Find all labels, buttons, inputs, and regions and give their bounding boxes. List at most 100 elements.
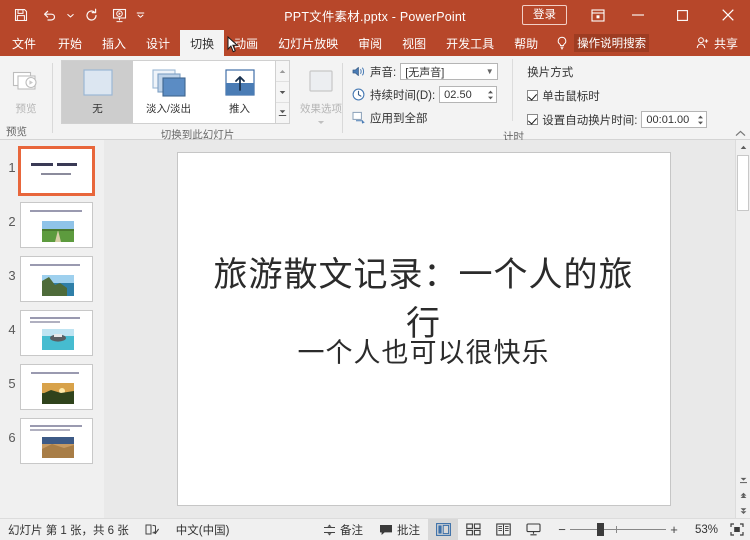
next-slide-button[interactable] [736,503,750,518]
thumbnail-image [42,383,74,404]
language-button[interactable]: 中文(中国) [168,519,238,540]
thumbnail-item-1[interactable]: 1 [0,140,104,196]
collapse-ribbon-icon[interactable] [735,129,746,139]
ribbon-display-options-icon[interactable] [581,0,615,30]
spellcheck-button[interactable] [137,519,168,540]
app-name: PowerPoint [399,9,466,24]
effect-options-caret-icon[interactable] [317,116,325,128]
after-spinner[interactable]: 00:01.00 [641,111,708,128]
zoom-in-button[interactable]: + [666,522,682,537]
undo-dropdown-icon[interactable] [64,3,76,27]
view-normal-button[interactable] [428,518,458,540]
scroll-down-button[interactable] [736,473,750,488]
view-reading-button[interactable] [488,519,518,540]
tell-me-label[interactable]: 操作说明搜索 [574,34,650,52]
after-spinner-buttons[interactable] [695,115,706,125]
redo-icon[interactable] [78,3,104,27]
slide-counter[interactable]: 幻灯片 第 1 张，共 6 张 [0,519,137,540]
after-spinner-down-icon [698,121,704,124]
customize-qat-icon[interactable] [134,3,146,27]
on-click-checkbox[interactable] [527,90,539,101]
close-button[interactable] [705,0,750,30]
thumbnail-item-5[interactable]: 5 [0,356,104,410]
view-slide-sorter-button[interactable] [458,519,488,540]
tab-developer[interactable]: 开发工具 [436,30,504,56]
tab-home[interactable]: 开始 [48,30,92,56]
transition-none[interactable]: 无 [62,61,133,123]
tab-file[interactable]: 文件 [0,30,48,56]
zoom-handle[interactable] [597,523,604,536]
thumbnail-item-4[interactable]: 4 [0,302,104,356]
transition-gallery[interactable]: 无 淡入/淡出 推入 [61,60,290,124]
gallery-scrollbar[interactable] [275,61,289,123]
slide-thumbnail-pane[interactable]: 1 2 3 4 5 6 [0,140,104,518]
sign-in-button[interactable]: 登录 [522,5,567,25]
start-slideshow-icon[interactable] [106,3,132,27]
thumbnail-item-2[interactable]: 2 [0,194,104,248]
slide-subtitle-placeholder[interactable]: 一个人也可以很快乐 [208,331,640,370]
notes-button[interactable]: 备注 [315,519,371,540]
apply-to-all-button[interactable]: 应用到全部 [351,107,498,128]
thumbnail-item-3[interactable]: 3 [0,248,104,302]
maximize-button[interactable] [660,0,705,30]
transition-fade-thumb [150,68,188,98]
tab-slideshow[interactable]: 幻灯片放映 [268,30,348,56]
gallery-scroll-down[interactable] [276,82,289,103]
tab-animations[interactable]: 动画 [224,30,268,56]
thumbnail-item-6[interactable]: 6 [0,410,104,464]
tab-review[interactable]: 审阅 [348,30,392,56]
gallery-scroll-up[interactable] [276,61,289,82]
effect-options-button[interactable]: 效果选项 [300,59,342,128]
thumbnail-slide[interactable] [18,146,95,196]
thumbnail-slide[interactable] [20,364,93,410]
duration-spinner-buttons[interactable] [485,90,496,100]
preview-button[interactable]: 预览 [3,59,49,116]
sound-select[interactable]: [无声音] ▼ [400,63,499,80]
tab-view[interactable]: 视图 [392,30,436,56]
transition-push[interactable]: 推入 [204,61,275,123]
sound-select-caret-icon[interactable]: ▼ [484,67,495,76]
thumbnail-slide[interactable] [20,310,93,356]
transition-fade[interactable]: 淡入/淡出 [133,61,204,123]
comments-button[interactable]: 批注 [371,519,428,540]
thumbnail-slide[interactable] [20,418,93,464]
tab-help[interactable]: 帮助 [504,30,548,56]
scroll-up-button[interactable] [736,140,750,155]
tab-insert[interactable]: 插入 [92,30,136,56]
advance-after-row[interactable]: 设置自动换片时间: 00:01.00 [527,109,708,130]
save-icon[interactable] [8,3,34,27]
tab-transitions[interactable]: 切换 [180,30,225,56]
after-checkbox[interactable] [527,114,539,125]
tab-design[interactable]: 设计 [136,30,180,56]
minimize-button[interactable] [615,0,660,30]
duration-value[interactable]: 02.50 [440,89,485,101]
previous-slide-button[interactable] [736,488,750,503]
slideshow-view-icon [525,523,541,536]
zoom-level-label[interactable]: 53% [688,524,724,536]
advance-slide-heading: 换片方式 [527,61,707,82]
after-value[interactable]: 00:01.00 [642,114,695,126]
tell-me-box[interactable]: 操作说明搜索 [554,30,650,56]
zoom-slider[interactable]: − + [548,519,688,540]
slide-scrollbar[interactable] [735,140,750,518]
scrollbar-track[interactable] [736,155,750,473]
fit-to-window-button[interactable] [724,519,750,540]
share-button[interactable]: 共享 [696,30,750,56]
advance-on-click-row[interactable]: 单击鼠标时 [527,85,707,106]
gallery-more-icon[interactable] [276,103,289,123]
comments-label: 批注 [397,524,420,537]
title-separator: - [391,9,397,24]
thumbnail-slide[interactable] [20,256,93,302]
pane-splitter[interactable] [104,140,112,518]
zoom-out-button[interactable]: − [554,522,570,537]
zoom-track[interactable] [570,519,666,540]
thumbnail-slide[interactable] [20,202,93,248]
scrollbar-thumb[interactable] [737,155,749,211]
clock-icon [351,87,366,102]
current-slide[interactable]: 旅游散文记录：一个人的旅行 一个人也可以很快乐 [176,152,671,506]
duration-spinner[interactable]: 02.50 [439,86,498,103]
undo-icon[interactable] [36,3,62,27]
spinner-up-icon [488,90,494,93]
view-slideshow-button[interactable] [518,519,548,540]
reading-view-icon [495,523,511,536]
